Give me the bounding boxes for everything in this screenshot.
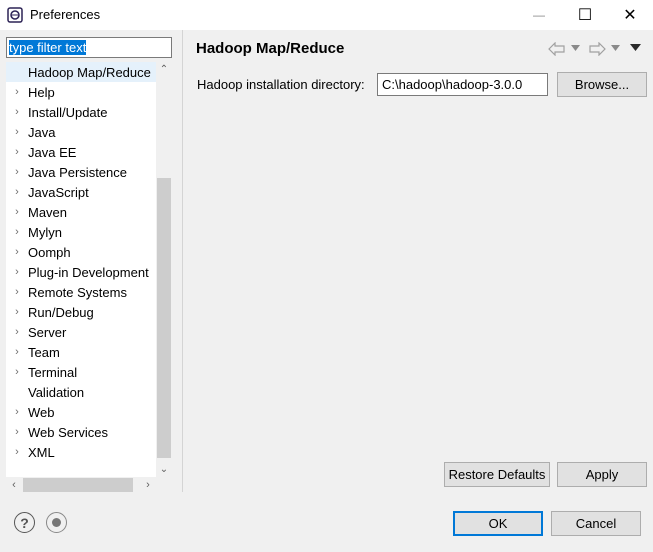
chevron-right-icon[interactable]: › [6, 266, 28, 278]
tree-item[interactable]: › Maven [6, 202, 156, 222]
tree-item-label: Hadoop Map/Reduce [28, 64, 151, 80]
tree-item[interactable]: › Install/Update [6, 102, 156, 122]
chevron-right-icon[interactable]: › [6, 226, 28, 238]
tree-item-label: Oomph [28, 244, 71, 260]
tree-item[interactable]: › Terminal [6, 362, 156, 382]
tree-item-label: Mylyn [28, 224, 62, 240]
tree-item-label: Java [28, 124, 56, 140]
chevron-right-icon[interactable]: › [6, 126, 28, 138]
tree-vertical-scrollbar[interactable]: ⌃ ⌄ [156, 62, 172, 477]
tree-item[interactable]: › Server [6, 322, 156, 342]
tree-item[interactable]: › Java EE [6, 142, 156, 162]
tree-item[interactable]: › JavaScript [6, 182, 156, 202]
tree-item-label: Remote Systems [28, 284, 127, 300]
hadoop-dir-label: Hadoop installation directory: [197, 77, 365, 92]
horizontal-scroll-thumb[interactable] [23, 478, 133, 492]
hadoop-dir-field[interactable]: C:\hadoop\hadoop-3.0.0 [377, 73, 548, 96]
filter-input[interactable]: type filter text [6, 37, 172, 58]
chevron-right-icon[interactable]: › [6, 306, 28, 318]
tree-item[interactable]: Hadoop Map/Reduce [6, 62, 156, 82]
chevron-right-icon[interactable]: › [6, 286, 28, 298]
pane-divider[interactable] [182, 30, 183, 492]
chevron-right-icon[interactable]: › [6, 406, 28, 418]
help-icon[interactable]: ? [14, 512, 35, 533]
tree-item[interactable]: › Mylyn [6, 222, 156, 242]
scroll-down-icon[interactable]: ⌄ [156, 464, 172, 475]
page-title: Hadoop Map/Reduce [196, 40, 345, 57]
restore-defaults-button[interactable]: Restore Defaults [444, 462, 550, 487]
tree-item[interactable]: › Java [6, 122, 156, 142]
maximize-button[interactable]: ☐ [562, 0, 608, 30]
scroll-right-icon[interactable]: › [140, 477, 156, 493]
tree-item-label: Java EE [28, 144, 77, 160]
chevron-right-icon[interactable]: › [6, 86, 28, 98]
chevron-right-icon[interactable]: › [6, 166, 28, 178]
close-icon: ✕ [623, 7, 637, 24]
tree-item[interactable]: › Remote Systems [6, 282, 156, 302]
maximize-icon: ☐ [577, 7, 593, 24]
filter-text: type filter text [9, 40, 87, 55]
back-dropdown-icon[interactable] [571, 45, 580, 51]
chevron-right-icon[interactable]: › [6, 326, 28, 338]
tree-item-label: Team [28, 344, 60, 360]
scroll-left-icon[interactable]: ‹ [6, 477, 22, 493]
tree-item[interactable]: › Web Services [6, 422, 156, 442]
chevron-right-icon[interactable]: › [6, 206, 28, 218]
tree-item-label: XML [28, 444, 55, 460]
tree-item-label: Java Persistence [28, 164, 127, 180]
browse-button[interactable]: Browse... [557, 72, 647, 97]
tree-item[interactable]: › XML [6, 442, 156, 462]
ok-button[interactable]: OK [453, 511, 543, 536]
chevron-right-icon[interactable]: › [6, 366, 28, 378]
tree-item[interactable]: › Team [6, 342, 156, 362]
chevron-right-icon[interactable]: › [6, 146, 28, 158]
forward-dropdown-icon[interactable] [611, 45, 620, 51]
tree-item-label: Server [28, 324, 67, 340]
back-arrow-icon[interactable] [548, 42, 566, 56]
chevron-right-icon[interactable]: › [6, 106, 28, 118]
close-button[interactable]: ✕ [607, 0, 653, 30]
tree-item-label: Help [28, 84, 55, 100]
chevron-right-icon[interactable]: › [6, 246, 28, 258]
tree-horizontal-scrollbar[interactable]: ‹ › [6, 477, 156, 493]
preferences-tree: Hadoop Map/Reduce › Help › Install/Update › Ja… [6, 62, 172, 477]
apply-button[interactable]: Apply [557, 462, 647, 487]
tree-item-label: Web [28, 404, 55, 420]
tree-item[interactable]: › Oomph [6, 242, 156, 262]
chevron-right-icon[interactable]: › [6, 346, 28, 358]
window-title: Preferences [30, 7, 101, 22]
cancel-button[interactable]: Cancel [551, 511, 641, 536]
tree-item-label: Terminal [28, 364, 78, 380]
tree-item[interactable]: Validation [6, 382, 156, 402]
tree-item-label: Validation [28, 384, 85, 400]
tree-item-label: Install/Update [28, 104, 108, 120]
forward-arrow-icon[interactable] [588, 42, 606, 56]
view-menu-icon[interactable] [630, 44, 641, 51]
chevron-right-icon[interactable]: › [6, 426, 28, 438]
tree-item[interactable]: › Help [6, 82, 156, 102]
tree-item-label: Plug-in Development [28, 264, 149, 280]
minimize-button[interactable]: — [516, 0, 562, 30]
record-macro-icon[interactable] [46, 512, 67, 533]
tree-item-label: Web Services [28, 424, 108, 440]
tree-item-label: Maven [28, 204, 68, 220]
tree-item[interactable]: › Run/Debug [6, 302, 156, 322]
title-bar: Preferences — ☐ ✕ [0, 0, 653, 30]
tree-item-label: JavaScript [28, 184, 89, 200]
tree-item[interactable]: › Plug-in Development [6, 262, 156, 282]
minimize-icon: — [533, 8, 545, 22]
vertical-scroll-thumb[interactable] [157, 178, 171, 458]
tree-item[interactable]: › Web [6, 402, 156, 422]
tree-item[interactable]: › Java Persistence [6, 162, 156, 182]
chevron-right-icon[interactable]: › [6, 186, 28, 198]
chevron-right-icon[interactable]: › [6, 446, 28, 458]
tree-item-label: Run/Debug [28, 304, 94, 320]
eclipse-app-icon [7, 7, 23, 23]
scroll-up-icon[interactable]: ⌃ [156, 64, 172, 75]
